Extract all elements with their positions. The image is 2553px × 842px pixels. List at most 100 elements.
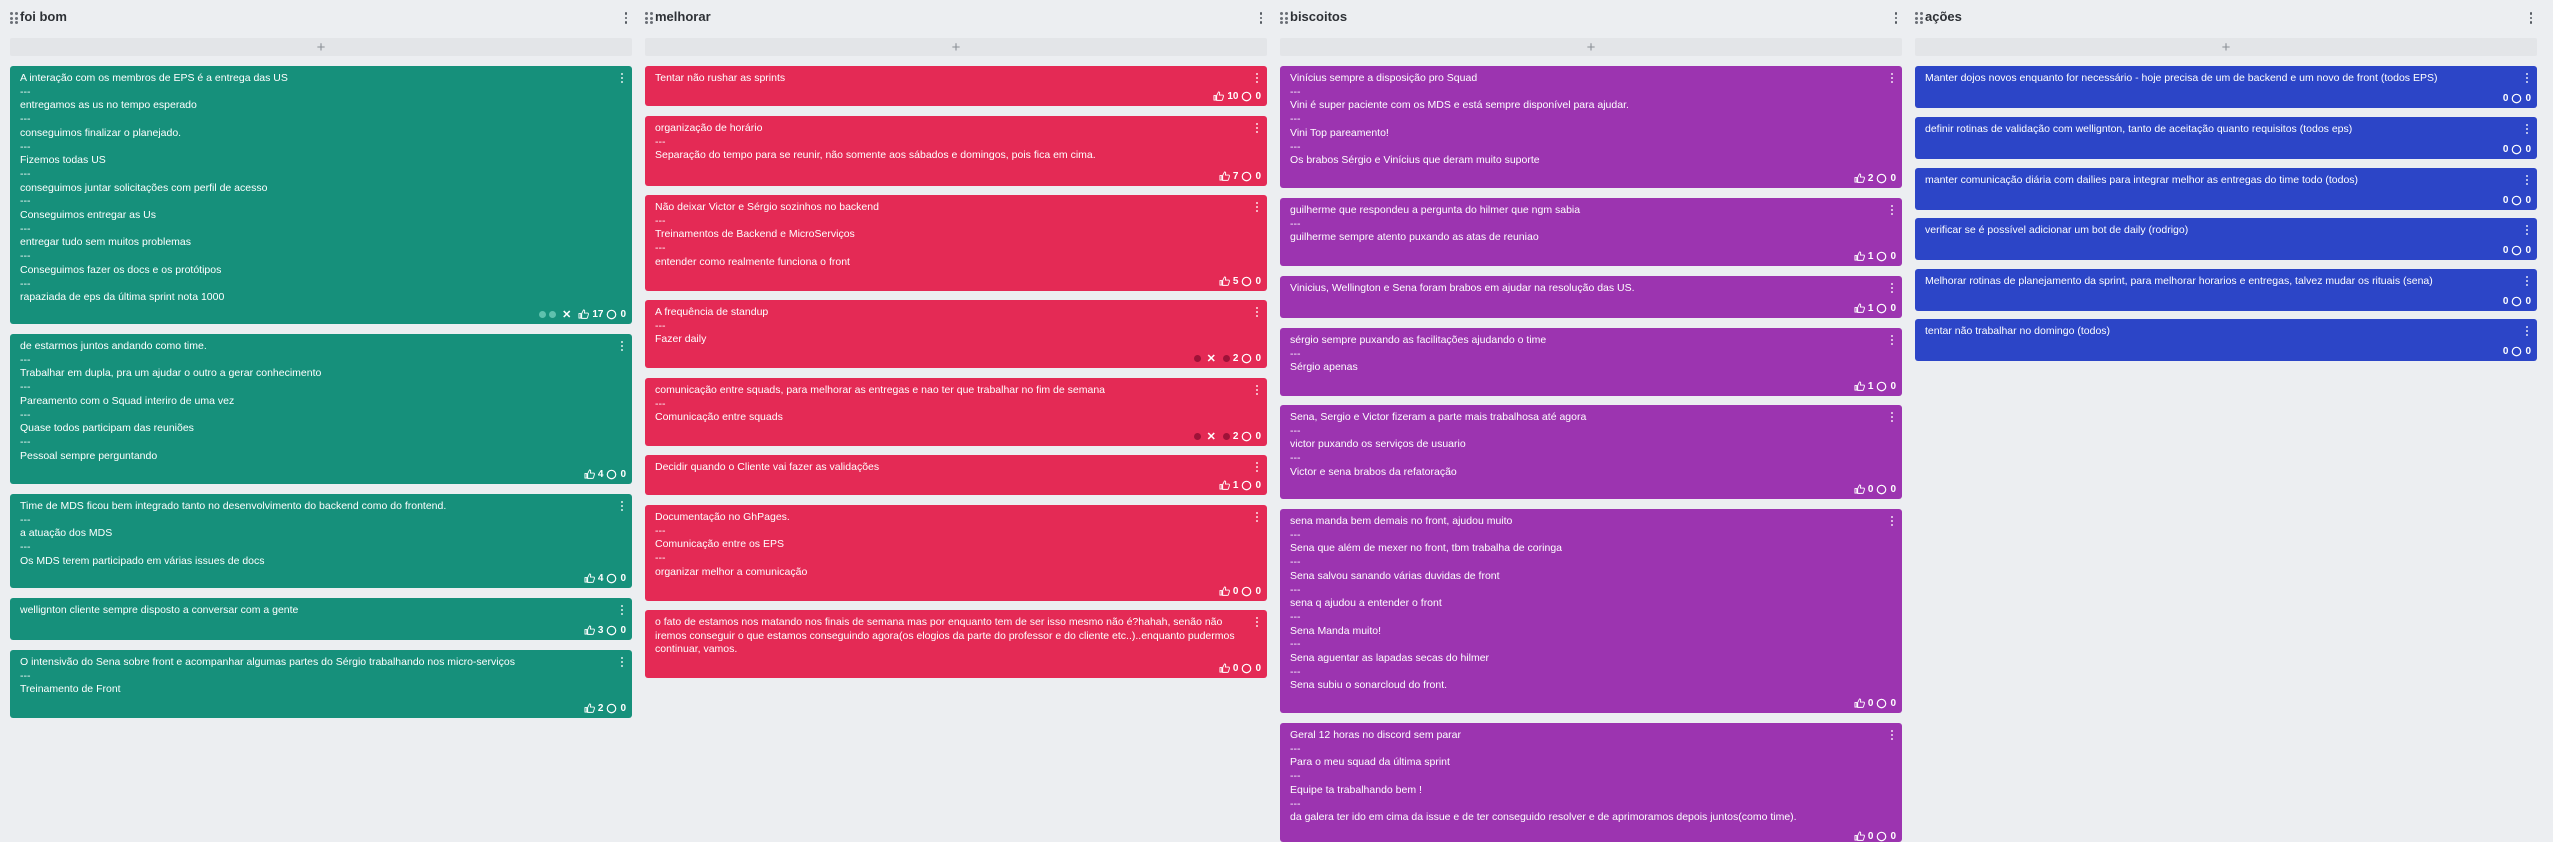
comment-icon[interactable] [1876,698,1887,709]
card-menu-icon[interactable] [2523,275,2531,287]
card[interactable]: guilherme que respondeu a pergunta do hi… [1280,198,1902,266]
card-menu-icon[interactable] [2523,325,2531,337]
card[interactable]: Geral 12 horas no discord sem parar --- … [1280,723,1902,842]
close-icon[interactable]: ✕ [1207,352,1216,365]
drag-handle-icon[interactable] [645,12,653,24]
card-menu-icon[interactable] [1253,616,1261,628]
card-menu-icon[interactable] [1253,461,1261,473]
reaction-dot-icon[interactable] [549,310,557,318]
thumbs-up-icon[interactable] [1219,480,1230,490]
comment-icon[interactable] [606,573,617,584]
column-menu-icon[interactable] [1255,10,1267,26]
card[interactable]: Melhorar rotinas de planejamento da spri… [1915,269,2537,311]
card-menu-icon[interactable] [1888,282,1896,294]
comment-icon[interactable] [2511,93,2522,104]
close-icon[interactable]: ✕ [1207,430,1216,443]
comment-icon[interactable] [1876,173,1887,184]
card-menu-icon[interactable] [2523,123,2531,135]
comment-icon[interactable] [1241,480,1252,491]
card-menu-icon[interactable] [2523,174,2531,186]
card[interactable]: tentar não trabalhar no domingo (todos) … [1915,319,2537,361]
card-menu-icon[interactable] [1888,411,1896,423]
card[interactable]: o fato de estamos nos matando nos finais… [645,610,1267,678]
column-menu-icon[interactable] [2525,10,2537,26]
card[interactable]: comunicação entre squads, para melhorar … [645,378,1267,446]
reaction-dot-icon[interactable] [1193,354,1201,362]
card[interactable]: O intensivão do Sena sobre front e acomp… [10,650,632,718]
card[interactable]: verificar se é possível adicionar um bot… [1915,218,2537,260]
card-menu-icon[interactable] [618,604,626,616]
card[interactable]: Decidir quando o Cliente vai fazer as va… [645,455,1267,495]
card-menu-icon[interactable] [1888,72,1896,84]
reaction-dot-icon[interactable] [1222,432,1230,440]
comment-icon[interactable] [1241,431,1252,442]
card-menu-icon[interactable] [1253,384,1261,396]
comment-icon[interactable] [1876,831,1887,842]
comment-icon[interactable] [606,469,617,480]
card[interactable]: sérgio sempre puxando as facilitações aj… [1280,328,1902,396]
comment-icon[interactable] [1876,303,1887,314]
card-menu-icon[interactable] [618,500,626,512]
card-menu-icon[interactable] [1888,204,1896,216]
comment-icon[interactable] [1876,381,1887,392]
thumbs-up-icon[interactable] [584,469,595,479]
card[interactable]: A frequência de standup --- Fazer daily … [645,300,1267,368]
column-menu-icon[interactable] [1890,10,1902,26]
comment-icon[interactable] [1876,484,1887,495]
reaction-dot-icon[interactable] [1193,432,1201,440]
thumbs-up-icon[interactable] [1213,91,1225,101]
card-menu-icon[interactable] [2523,224,2531,236]
card[interactable]: sena manda bem demais no front, ajudou m… [1280,509,1902,713]
add-card-button[interactable]: + [645,38,1267,56]
thumbs-up-icon[interactable] [1854,831,1865,841]
thumbs-up-icon[interactable] [578,309,590,319]
comment-icon[interactable] [606,625,617,636]
comment-icon[interactable] [1876,251,1887,262]
column-menu-icon[interactable] [620,10,632,26]
comment-icon[interactable] [1241,586,1252,597]
card-menu-icon[interactable] [1888,334,1896,346]
card[interactable]: A interação com os membros de EPS é a en… [10,66,632,324]
reaction-dot-icon[interactable] [1222,354,1230,362]
card-menu-icon[interactable] [1253,511,1261,523]
drag-handle-icon[interactable] [10,12,18,24]
comment-icon[interactable] [1241,353,1252,364]
thumbs-up-icon[interactable] [584,703,595,713]
card[interactable]: Tentar não rushar as sprints 10 0 [645,66,1267,106]
card-menu-icon[interactable] [618,72,626,84]
add-card-button[interactable]: + [1280,38,1902,56]
card[interactable]: Sena, Sergio e Victor fizeram a parte ma… [1280,405,1902,499]
comment-icon[interactable] [2511,245,2522,256]
card[interactable]: Não deixar Victor e Sérgio sozinhos no b… [645,195,1267,291]
thumbs-up-icon[interactable] [1854,251,1865,261]
comment-icon[interactable] [606,309,617,320]
card-menu-icon[interactable] [1253,122,1261,134]
card[interactable]: definir rotinas de validação com wellign… [1915,117,2537,159]
thumbs-up-icon[interactable] [1854,484,1865,494]
card-menu-icon[interactable] [1888,729,1896,741]
reaction-dot-icon[interactable] [539,310,547,318]
comment-icon[interactable] [2511,195,2522,206]
comment-icon[interactable] [1241,276,1252,287]
drag-handle-icon[interactable] [1915,12,1923,24]
drag-handle-icon[interactable] [1280,12,1288,24]
comment-icon[interactable] [2511,144,2522,155]
card-menu-icon[interactable] [1253,72,1261,84]
card[interactable]: Vinícius sempre a disposição pro Squad -… [1280,66,1902,188]
card-menu-icon[interactable] [1253,306,1261,318]
comment-icon[interactable] [1241,91,1252,102]
card-menu-icon[interactable] [618,656,626,668]
card[interactable]: organização de horário --- Separação do … [645,116,1267,186]
thumbs-up-icon[interactable] [1219,586,1230,596]
thumbs-up-icon[interactable] [1854,303,1865,313]
card[interactable]: Manter dojos novos enquanto for necessár… [1915,66,2537,108]
comment-icon[interactable] [606,703,617,714]
thumbs-up-icon[interactable] [584,573,595,583]
thumbs-up-icon[interactable] [1854,698,1865,708]
card-menu-icon[interactable] [1888,515,1896,527]
card[interactable]: manter comunicação diária com dailies pa… [1915,168,2537,210]
thumbs-up-icon[interactable] [1219,171,1230,181]
thumbs-up-icon[interactable] [1219,276,1230,286]
card[interactable]: de estarmos juntos andando como time. --… [10,334,632,484]
card-menu-icon[interactable] [2523,72,2531,84]
